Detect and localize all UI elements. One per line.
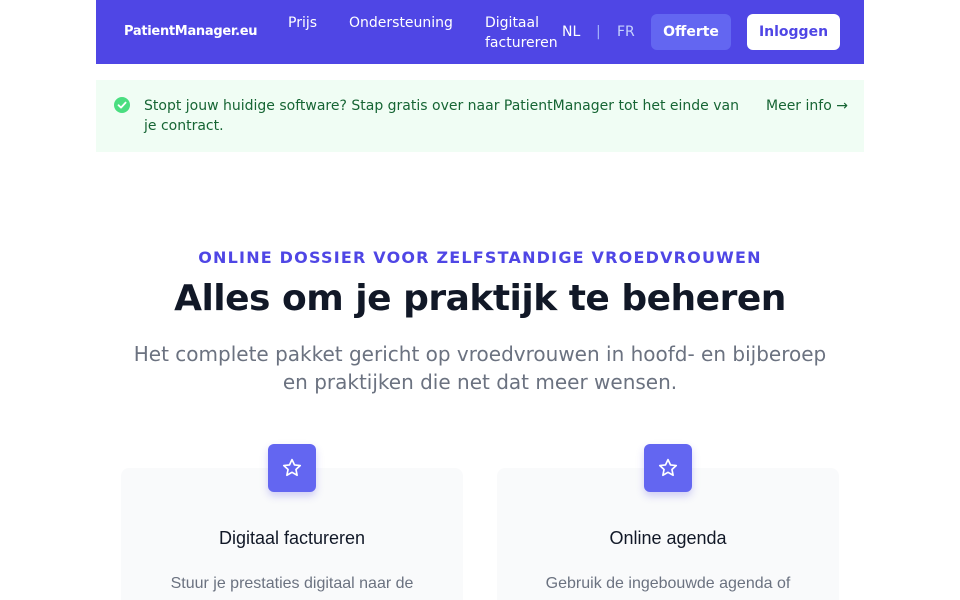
language-nl[interactable]: NL bbox=[562, 24, 580, 40]
feature-description: Gebruik de ingebouwde agenda of bbox=[545, 575, 791, 592]
hero-subtitle: Het complete pakket gericht op vroedvrou… bbox=[133, 342, 827, 394]
logo[interactable]: PatientManager.eu bbox=[124, 24, 258, 39]
feature-description: Stuur je prestaties digitaal naar de bbox=[170, 575, 414, 592]
language-fr[interactable]: FR bbox=[617, 24, 635, 40]
language-separator: | bbox=[596, 24, 601, 40]
nav-link-prijs[interactable]: Prijs bbox=[288, 13, 317, 33]
nav-link-digitaal-factureren[interactable]: Digitaal factureren bbox=[485, 13, 565, 53]
top-navigation-bar: PatientManager.eu Prijs Ondersteuning Di… bbox=[96, 0, 864, 64]
offerte-button[interactable]: Offerte bbox=[651, 14, 731, 50]
switch-promo-banner: Stopt jouw huidige software? Stap gratis… bbox=[96, 80, 864, 152]
feature-title: Online agenda bbox=[609, 528, 727, 548]
star-icon bbox=[644, 444, 692, 492]
feature-title: Digitaal factureren bbox=[218, 528, 366, 548]
star-icon bbox=[268, 444, 316, 492]
banner-more-info-link[interactable]: Meer info → bbox=[766, 96, 848, 116]
check-circle-icon bbox=[114, 97, 130, 113]
login-button[interactable]: Inloggen bbox=[747, 14, 840, 50]
banner-message: Stopt jouw huidige software? Stap gratis… bbox=[144, 98, 739, 134]
nav-link-ondersteuning[interactable]: Ondersteuning bbox=[349, 13, 453, 33]
hero-eyebrow: ONLINE DOSSIER VOOR ZELFSTANDIGE VROEDVR… bbox=[198, 248, 762, 267]
hero-title: Alles om je praktijk te beheren bbox=[174, 278, 786, 319]
